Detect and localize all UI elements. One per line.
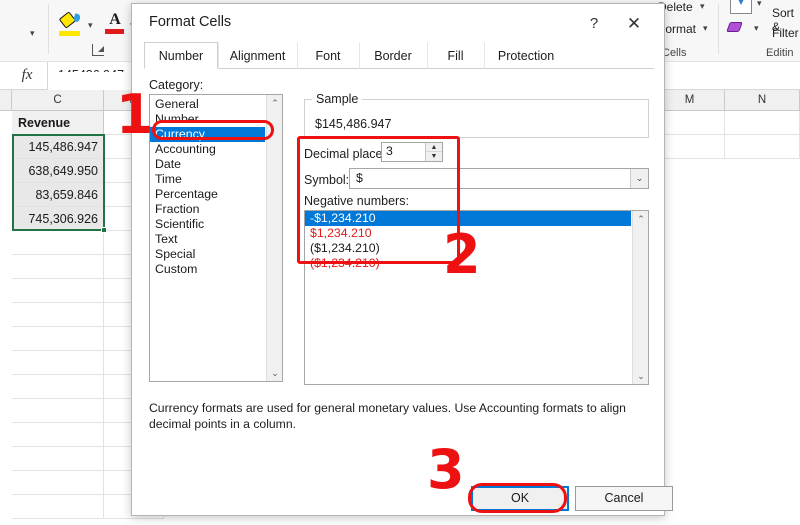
cell-c13[interactable] bbox=[12, 399, 104, 423]
column-header-m[interactable]: M bbox=[655, 90, 725, 111]
row-header-corner bbox=[0, 90, 12, 111]
sample-caption: Sample bbox=[312, 92, 363, 106]
clear-eraser-icon[interactable] bbox=[726, 20, 746, 36]
scroll-down-icon-category[interactable]: ⌄ bbox=[267, 365, 283, 381]
cell-m2[interactable] bbox=[655, 135, 725, 159]
ribbon-divider-1 bbox=[48, 4, 49, 54]
cell-m1[interactable] bbox=[655, 111, 725, 135]
cancel-button[interactable]: Cancel bbox=[575, 486, 673, 511]
category-item-special[interactable]: Special bbox=[150, 247, 265, 262]
tab-protection[interactable]: Protection bbox=[484, 42, 568, 69]
cell-c12[interactable] bbox=[12, 375, 104, 399]
cell-c6[interactable] bbox=[12, 231, 104, 255]
category-item-scientific[interactable]: Scientific bbox=[150, 217, 265, 232]
cell-c3[interactable]: 638,649.950 bbox=[12, 159, 104, 183]
annotation-highlight-currency bbox=[152, 120, 274, 140]
cell-c8[interactable] bbox=[12, 279, 104, 303]
annotation-highlight-currency-options bbox=[297, 136, 460, 264]
cell-c17[interactable] bbox=[12, 495, 104, 519]
chevron-down-icon-clear[interactable]: ▾ bbox=[754, 23, 759, 34]
annotation-step-1: 1 bbox=[116, 83, 154, 146]
negative-numbers-scrollbar[interactable]: ⌃ ⌄ bbox=[632, 211, 648, 384]
cells-group-label: Cells bbox=[662, 47, 687, 59]
sample-value: $145,486.947 bbox=[315, 117, 392, 131]
selection-fill-handle[interactable] bbox=[101, 227, 107, 233]
column-header-n[interactable]: N bbox=[725, 90, 800, 111]
chevron-down-icon-insert[interactable]: ▾ bbox=[757, 0, 762, 9]
scroll-up-icon-category[interactable]: ⌃ bbox=[267, 95, 283, 111]
insert-cells-icon[interactable] bbox=[730, 0, 752, 14]
column-header-c[interactable]: C bbox=[12, 90, 104, 111]
chevron-down-icon-format[interactable]: ▾ bbox=[703, 23, 708, 34]
cell-c16[interactable] bbox=[12, 471, 104, 495]
cell-c5[interactable]: 745,306.926 bbox=[12, 207, 104, 231]
insert-function-icon[interactable]: fx bbox=[16, 67, 38, 85]
chevron-down-icon-fill[interactable]: ▾ bbox=[88, 20, 93, 31]
category-item-percentage[interactable]: Percentage bbox=[150, 187, 265, 202]
annotation-highlight-ok bbox=[468, 483, 567, 513]
dialog-title: Format Cells bbox=[149, 14, 232, 30]
category-item-date[interactable]: Date bbox=[150, 157, 265, 172]
cell-c10[interactable] bbox=[12, 327, 104, 351]
annotation-step-3: 3 bbox=[427, 438, 465, 501]
tab-strip: Number Alignment Font Border Fill Protec… bbox=[144, 42, 654, 69]
sort-filter-label-line2[interactable]: Filter bbox=[772, 26, 799, 40]
category-item-fraction[interactable]: Fraction bbox=[150, 202, 265, 217]
help-icon[interactable]: ? bbox=[581, 12, 607, 36]
category-item-accounting[interactable]: Accounting bbox=[150, 142, 265, 157]
category-item-general[interactable]: General bbox=[150, 97, 265, 112]
tab-fill[interactable]: Fill bbox=[427, 42, 484, 69]
chevron-down-icon-delete[interactable]: ▾ bbox=[700, 1, 705, 12]
cell-c15[interactable] bbox=[12, 447, 104, 471]
ribbon-divider-4 bbox=[718, 4, 719, 54]
tab-alignment[interactable]: Alignment bbox=[218, 42, 297, 69]
tab-border[interactable]: Border bbox=[359, 42, 427, 69]
close-icon[interactable]: ✕ bbox=[620, 12, 648, 36]
cell-c11[interactable] bbox=[12, 351, 104, 375]
scroll-down-icon-negative[interactable]: ⌄ bbox=[633, 368, 649, 384]
chevron-down-icon-symbol[interactable]: ⌄ bbox=[630, 169, 648, 188]
font-color-icon[interactable]: A bbox=[104, 11, 126, 37]
category-description: Currency formats are used for general mo… bbox=[149, 401, 626, 431]
cell-c4[interactable]: 83,659.846 bbox=[12, 183, 104, 207]
category-item-time[interactable]: Time bbox=[150, 172, 265, 187]
cell-c9[interactable] bbox=[12, 303, 104, 327]
cell-n1[interactable] bbox=[725, 111, 800, 135]
screenshot-root: ▾ ▾ A ▾ Delete ▾ Format ▾ Cells ▾ ▾ Sort… bbox=[0, 0, 800, 525]
cell-c1-revenue-header[interactable]: Revenue bbox=[12, 111, 104, 135]
cell-c7[interactable] bbox=[12, 255, 104, 279]
fill-color-icon[interactable] bbox=[58, 11, 84, 38]
category-item-custom[interactable]: Custom bbox=[150, 262, 265, 277]
cell-n2[interactable] bbox=[725, 135, 800, 159]
editing-group-label: Editin bbox=[766, 47, 794, 59]
tab-number[interactable]: Number bbox=[144, 42, 218, 69]
cell-c14[interactable] bbox=[12, 423, 104, 447]
cell-c2[interactable]: 145,486.947 bbox=[12, 135, 104, 159]
category-item-text[interactable]: Text bbox=[150, 232, 265, 247]
dialog-launcher-icon[interactable] bbox=[92, 44, 104, 56]
chevron-down-icon-1[interactable]: ▾ bbox=[30, 28, 35, 39]
scroll-up-icon-negative[interactable]: ⌃ bbox=[633, 211, 649, 227]
category-label: Category: bbox=[149, 78, 204, 92]
tab-font[interactable]: Font bbox=[297, 42, 359, 69]
annotation-step-2: 2 bbox=[443, 223, 481, 286]
